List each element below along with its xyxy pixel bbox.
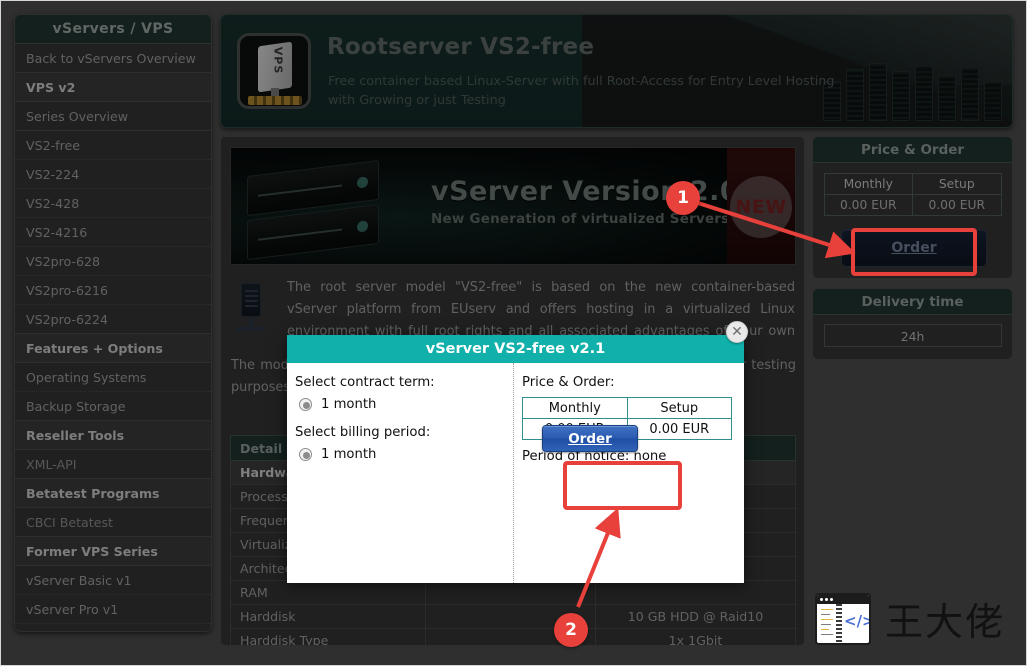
new-badge: NEW xyxy=(727,148,795,264)
banner-subtitle: Free container based Linux-Server with f… xyxy=(328,74,835,108)
modal-left-column: Select contract term: 1 month Select bil… xyxy=(287,363,514,583)
modal-price-label: Price & Order: xyxy=(522,375,615,390)
price-value-monthly: 0.00 EUR xyxy=(823,194,913,216)
price-panel-title: Price & Order xyxy=(813,137,1012,163)
billing-period-option[interactable]: 1 month xyxy=(299,447,513,462)
sidebar-item-operating-systems[interactable]: Operating Systems xyxy=(15,363,211,392)
modal-order-button-wrap: Order xyxy=(542,425,638,452)
delivery-time-panel: Delivery time 24h xyxy=(812,288,1013,360)
modal-body: Select contract term: 1 month Select bil… xyxy=(287,363,744,583)
sidebar-section-betatest-programs: Betatest Programs xyxy=(15,479,211,508)
modal-order-button[interactable]: Order xyxy=(542,425,638,452)
server-bullet-icon xyxy=(237,283,265,335)
sidebar-item-backup-storage[interactable]: Backup Storage xyxy=(15,392,211,421)
detail-row-label: RAM xyxy=(230,580,426,605)
code-editor-icon: </> xyxy=(815,592,871,645)
sidebar-item-vs2-free[interactable]: VS2-free xyxy=(15,131,211,160)
detail-row-col3: 1x 1Gbit xyxy=(595,628,796,645)
sidebar-item-xml-api[interactable]: XML-API xyxy=(15,450,211,479)
contract-term-label: Select contract term: xyxy=(295,375,435,390)
server-bullet-body xyxy=(241,283,261,317)
sidebar-item-back-to-overview[interactable]: Back to vServers Overview xyxy=(15,44,211,73)
page-root: vServers / VPS Back to vServers Overview… xyxy=(0,0,1027,666)
table-row: Harddisk Type 1x 1Gbit xyxy=(230,628,796,645)
detail-row-col3 xyxy=(595,580,796,605)
watermark-text: 王大佬 xyxy=(885,600,1006,644)
code-glyph: </> xyxy=(844,611,869,630)
price-order-panel: Price & Order Monthly Setup 0.00 EUR 0.0… xyxy=(812,136,1013,279)
sidebar-item-vs2-224[interactable]: VS2-224 xyxy=(15,160,211,189)
sidebar-item-vs2pro-6224[interactable]: VS2pro-6224 xyxy=(15,305,211,334)
modal-right-column: Price & Order: Monthly Setup 0.00 EUR 0.… xyxy=(514,363,744,583)
sidebar-item-vs2pro-6216[interactable]: VS2pro-6216 xyxy=(15,276,211,305)
price-header-setup: Setup xyxy=(912,173,1002,195)
vps-product-icon: VPS xyxy=(237,33,311,109)
page-banner: VPS Rootserver VS2-free Free container b… xyxy=(220,14,1013,128)
order-button[interactable]: Order xyxy=(841,229,987,267)
detail-row-col2 xyxy=(425,580,596,605)
sidebar-item-series-overview[interactable]: Series Overview xyxy=(15,102,211,131)
sidebar-item-vs2-428[interactable]: VS2-428 xyxy=(15,189,211,218)
banner-server-racks xyxy=(823,57,1002,121)
contract-term-option-label: 1 month xyxy=(321,397,377,412)
order-button-wrap: Order xyxy=(841,229,987,267)
watermark: </> 王大佬 xyxy=(815,591,1005,646)
vps-icon-label: VPS xyxy=(271,46,285,75)
radio-icon[interactable] xyxy=(299,398,312,411)
banner-title: Rootserver VS2-free xyxy=(327,34,595,60)
hero-server-graphic xyxy=(247,159,387,261)
sidebar-section-former-vps-series: Former VPS Series xyxy=(15,537,211,566)
modal-title: vServer VS2-free v2.1 xyxy=(287,335,744,363)
vps-bar-shape xyxy=(248,96,302,105)
sidebar-item-vserver-pro-v1[interactable]: vServer Pro v1 xyxy=(15,595,211,624)
code-editor-titlebar xyxy=(817,594,869,604)
sidebar-section-features-options: Features + Options xyxy=(15,334,211,363)
new-badge-label: NEW xyxy=(735,196,787,218)
code-editor-gutter xyxy=(836,603,842,643)
server-bullet-foot xyxy=(237,327,265,331)
sidebar-item-vserver-ssd-v1[interactable]: vServer SSD v1 xyxy=(15,624,211,631)
price-table-header-row: Monthly Setup xyxy=(823,173,1002,195)
modal-price-header-setup: Setup xyxy=(626,397,732,419)
table-row: Harddisk 10 GB HDD @ Raid10 xyxy=(230,604,796,629)
sidebar-item-cbci-betatest[interactable]: CBCI Betatest xyxy=(15,508,211,537)
price-table: Monthly Setup 0.00 EUR 0.00 EUR xyxy=(823,173,1002,216)
close-icon[interactable]: ✕ xyxy=(726,321,748,343)
annotation-marker-2: 2 xyxy=(554,613,588,647)
sidebar-item-vserver-basic-v1[interactable]: vServer Basic v1 xyxy=(15,566,211,595)
delivery-panel-title: Delivery time xyxy=(813,289,1012,315)
sidebar-title: vServers / VPS xyxy=(15,15,211,44)
hero-image: vServer Version 2.0 New Generation of vi… xyxy=(230,147,796,265)
detail-row-label: Harddisk Type xyxy=(230,628,426,645)
order-modal-dialog: vServer VS2-free v2.1 Select contract te… xyxy=(287,335,744,583)
modal-price-value-setup: 0.00 EUR xyxy=(626,418,732,440)
annotation-marker-1: 1 xyxy=(666,181,700,215)
modal-price-header-monthly: Monthly xyxy=(522,397,628,419)
billing-period-option-label: 1 month xyxy=(321,447,377,462)
price-value-setup: 0.00 EUR xyxy=(912,194,1002,216)
table-row: RAM xyxy=(230,580,796,605)
sidebar: vServers / VPS Back to vServers Overview… xyxy=(14,14,212,632)
billing-period-label: Select billing period: xyxy=(295,425,431,440)
sidebar-item-vs2-4216[interactable]: VS2-4216 xyxy=(15,218,211,247)
server-bullet-stand xyxy=(249,317,253,327)
sidebar-section-vps-v2: VPS v2 xyxy=(15,73,211,102)
contract-term-option[interactable]: 1 month xyxy=(299,397,513,412)
detail-row-label: Harddisk xyxy=(230,604,426,629)
radio-icon[interactable] xyxy=(299,448,312,461)
delivery-time-value: 24h xyxy=(823,324,1002,347)
sidebar-section-reseller-tools: Reseller Tools xyxy=(15,421,211,450)
modal-price-header-row: Monthly Setup xyxy=(522,397,732,419)
price-table-value-row: 0.00 EUR 0.00 EUR xyxy=(823,194,1002,216)
detail-row-col3: 10 GB HDD @ Raid10 xyxy=(595,604,796,629)
sidebar-item-vs2pro-628[interactable]: VS2pro-628 xyxy=(15,247,211,276)
price-header-monthly: Monthly xyxy=(823,173,913,195)
hero-subline: New Generation of virtualized Servers xyxy=(431,211,730,227)
